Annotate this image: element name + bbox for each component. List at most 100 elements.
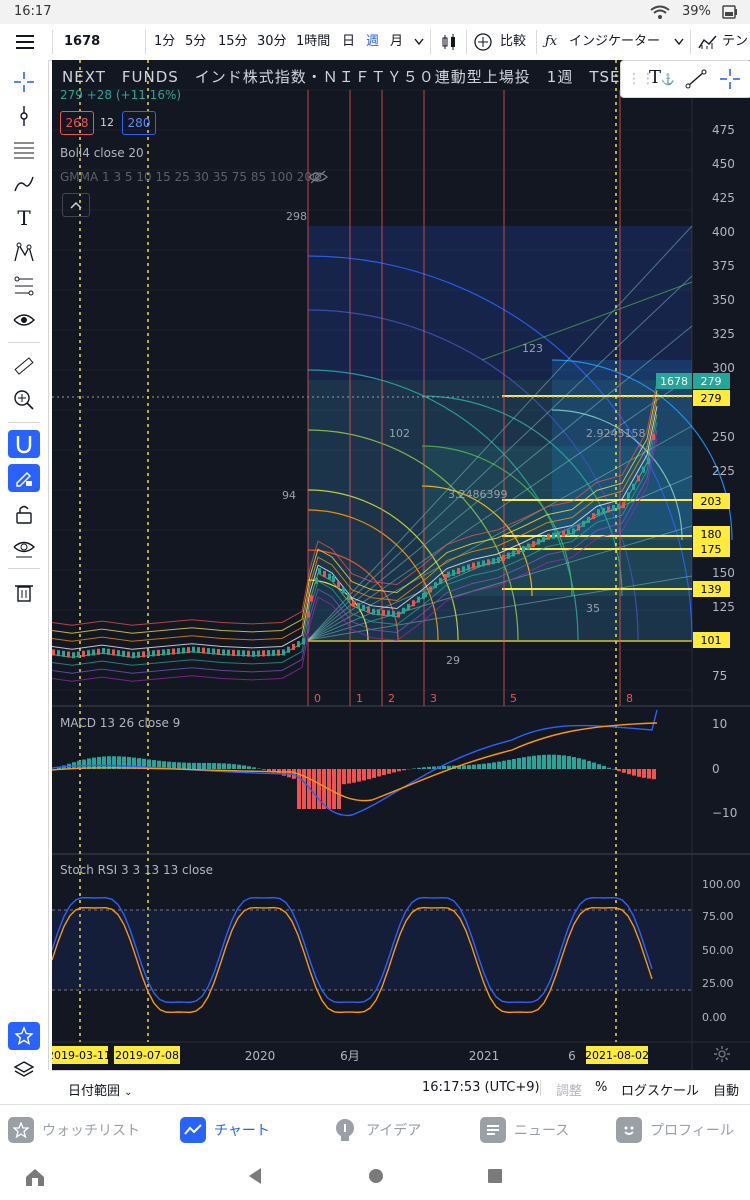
magnet-tool[interactable] bbox=[8, 430, 40, 458]
macd-bar bbox=[247, 766, 251, 769]
tab-watchlist[interactable]: ウォッチリスト bbox=[8, 1105, 140, 1155]
indicator-boll-legend[interactable]: Boll4 close 20 bbox=[60, 146, 144, 160]
menu-button[interactable] bbox=[10, 24, 40, 60]
more-button[interactable]: テン bbox=[722, 24, 750, 60]
tab-profile[interactable]: プロフィール bbox=[616, 1105, 734, 1155]
recents-icon[interactable] bbox=[486, 1166, 504, 1186]
candle bbox=[247, 650, 250, 657]
tab-label: ニュース bbox=[514, 1123, 570, 1139]
overlay-label: 2.9245158 bbox=[586, 427, 646, 440]
eye-hidden-icon[interactable] bbox=[308, 169, 328, 185]
visibility-tool[interactable] bbox=[8, 306, 40, 334]
buy-price-button[interactable]: 280 bbox=[122, 111, 156, 135]
settings-gear-icon[interactable] bbox=[714, 1046, 730, 1062]
macd-bar bbox=[357, 769, 361, 782]
macd-bar bbox=[342, 769, 346, 785]
drawing-toolbar: T bbox=[0, 60, 49, 1077]
chevron-down-icon[interactable] bbox=[414, 38, 424, 46]
tab-chart[interactable]: チャート bbox=[180, 1105, 270, 1155]
lock-tool[interactable] bbox=[8, 500, 40, 528]
macd-bar bbox=[632, 769, 636, 776]
trend-line-tool[interactable] bbox=[8, 102, 40, 130]
fib-tool[interactable] bbox=[8, 136, 40, 164]
home-app-icon[interactable] bbox=[24, 1166, 46, 1188]
compare-button[interactable]: 比較 bbox=[500, 24, 526, 60]
indicators-button[interactable]: インジケーター bbox=[569, 24, 660, 60]
measure-tool[interactable] bbox=[8, 352, 40, 380]
macd-bar bbox=[597, 764, 601, 769]
interval-0-button[interactable]: 1分 bbox=[154, 24, 175, 60]
price-chart[interactable]: 0 1 2 3 5 84754504254003753503253002502251501… bbox=[52, 60, 750, 1070]
candle bbox=[487, 559, 490, 566]
interval-4-button[interactable]: 1時間 bbox=[296, 24, 330, 60]
fib-time-label: 8 bbox=[626, 692, 633, 705]
favorites-tool[interactable] bbox=[8, 1022, 40, 1050]
brush-tool[interactable] bbox=[8, 170, 40, 198]
crosshair-icon[interactable] bbox=[719, 68, 741, 90]
templates-icon[interactable] bbox=[698, 34, 718, 50]
interval-2-button[interactable]: 15分 bbox=[218, 24, 248, 60]
tab-news[interactable]: ニュース bbox=[480, 1105, 569, 1155]
macd-bar bbox=[502, 760, 506, 769]
interval-1-button[interactable]: 5分 bbox=[185, 24, 206, 60]
line-tool-icon[interactable] bbox=[685, 69, 707, 89]
candle bbox=[302, 638, 305, 645]
tab-ideas[interactable]: アイデア bbox=[332, 1105, 421, 1155]
fib-time-label: 0 bbox=[314, 692, 321, 705]
text-icon[interactable]: T bbox=[8, 204, 40, 232]
sell-price-button[interactable]: 268 bbox=[60, 111, 94, 135]
stoch-rsi-legend[interactable]: Stoch RSI 3 3 13 13 close bbox=[60, 863, 213, 877]
chart-footer: 日付範囲 ⌄ 16:17:53 (UTC+9) 調整 % ログスケール 自動 bbox=[52, 1070, 750, 1105]
function-icon[interactable]: ƒx bbox=[545, 24, 557, 60]
interval-5-button[interactable]: 日 bbox=[342, 24, 355, 60]
home-icon[interactable] bbox=[366, 1166, 386, 1186]
candle bbox=[627, 492, 630, 499]
interval-7-button[interactable]: 月 bbox=[390, 24, 403, 60]
chart-area[interactable]: 0 1 2 3 5 8 475 450 425 400 375 350 325 300 250 225 150 1… bbox=[52, 60, 750, 1070]
symbol-button[interactable]: 1678 bbox=[64, 24, 100, 60]
macd-bar bbox=[252, 767, 256, 769]
macd-bar bbox=[462, 765, 466, 769]
log-scale-toggle[interactable]: ログスケール bbox=[621, 1080, 699, 1099]
interval-6-button[interactable]: 週 bbox=[366, 24, 379, 60]
auto-scale-toggle[interactable]: 自動 bbox=[713, 1080, 739, 1099]
macd-legend[interactable]: MACD 13 26 close 9 bbox=[60, 716, 180, 730]
stay-in-drawing-tool[interactable] bbox=[8, 464, 40, 492]
macd-bar bbox=[317, 769, 321, 809]
star-icon bbox=[14, 1026, 34, 1045]
hamburger-icon bbox=[16, 35, 34, 49]
wifi-icon bbox=[650, 5, 670, 19]
macd-bar bbox=[237, 764, 241, 769]
candle bbox=[232, 649, 235, 656]
candle bbox=[367, 606, 370, 613]
zoom-tool[interactable] bbox=[8, 386, 40, 414]
back-icon[interactable] bbox=[246, 1166, 264, 1186]
candle bbox=[297, 641, 300, 648]
candlestick-icon[interactable] bbox=[440, 33, 458, 51]
indicator-gmma-legend[interactable]: GMMA 1 3 5 10 15 25 30 35 75 85 100 200 bbox=[60, 170, 320, 184]
prediction-tool[interactable] bbox=[8, 272, 40, 300]
macd-bar bbox=[542, 754, 546, 769]
macd-bar bbox=[512, 758, 516, 769]
crosshair-tool[interactable] bbox=[8, 68, 40, 96]
add-compare-icon[interactable] bbox=[474, 33, 492, 51]
macd-bar bbox=[497, 761, 501, 769]
interval-3-button[interactable]: 30分 bbox=[257, 24, 287, 60]
object-tree-tool[interactable] bbox=[8, 1056, 40, 1084]
pencil-lock-icon bbox=[16, 472, 32, 487]
clock-display[interactable]: 16:17:53 (UTC+9) bbox=[422, 1080, 540, 1095]
tab-label: アイデア bbox=[366, 1123, 422, 1139]
candle bbox=[572, 528, 575, 535]
adjust-toggle[interactable]: 調整 bbox=[556, 1080, 582, 1099]
anchored-text-icon[interactable]: T⚓ bbox=[649, 67, 675, 88]
stoch-axis-label: 100.00 bbox=[702, 878, 741, 891]
candle bbox=[310, 595, 313, 602]
hide-tool[interactable] bbox=[8, 534, 40, 562]
collapse-legend-button[interactable] bbox=[62, 193, 90, 217]
remove-tool[interactable] bbox=[8, 578, 40, 606]
chevron-down-icon[interactable] bbox=[674, 38, 684, 46]
pattern-tool[interactable] bbox=[8, 238, 40, 266]
percent-toggle[interactable]: % bbox=[595, 1080, 607, 1095]
candle bbox=[377, 609, 380, 616]
date-range-button[interactable]: 日付範囲 ⌄ bbox=[68, 1080, 133, 1099]
